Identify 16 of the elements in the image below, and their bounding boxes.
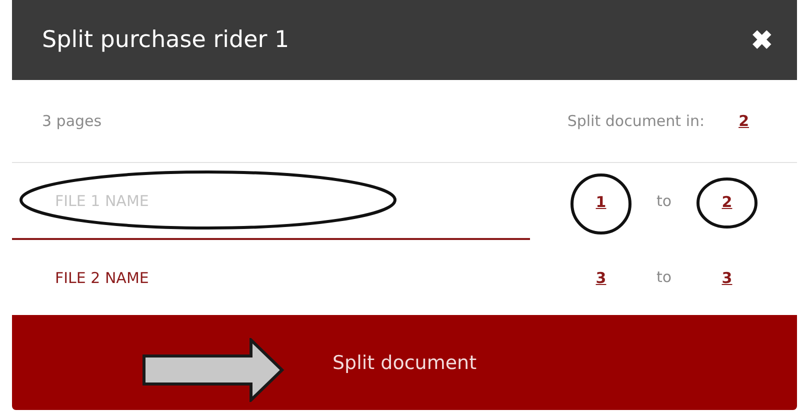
file-name-field[interactable]: FILE 1 NAME	[12, 162, 530, 240]
page-from-link[interactable]: 3	[596, 268, 606, 286]
page-from-link[interactable]: 1	[596, 192, 606, 210]
split-label: Split document in:	[567, 112, 705, 130]
file-name-field[interactable]: FILE 2 NAME	[12, 238, 530, 316]
to-label: to	[655, 268, 673, 286]
close-button[interactable]: ✖	[751, 24, 773, 56]
window-title: Split purchase rider 1	[42, 27, 290, 53]
page-count: 3 pages	[42, 112, 102, 130]
split-document-button[interactable]: Split document	[12, 315, 797, 410]
annotation-circle	[695, 176, 759, 230]
to-label: to	[655, 192, 673, 210]
split-count-link[interactable]: 2	[738, 112, 749, 130]
annotation-circle	[569, 172, 633, 236]
page-to-link[interactable]: 2	[722, 192, 732, 210]
page-to-link[interactable]: 3	[722, 268, 732, 286]
